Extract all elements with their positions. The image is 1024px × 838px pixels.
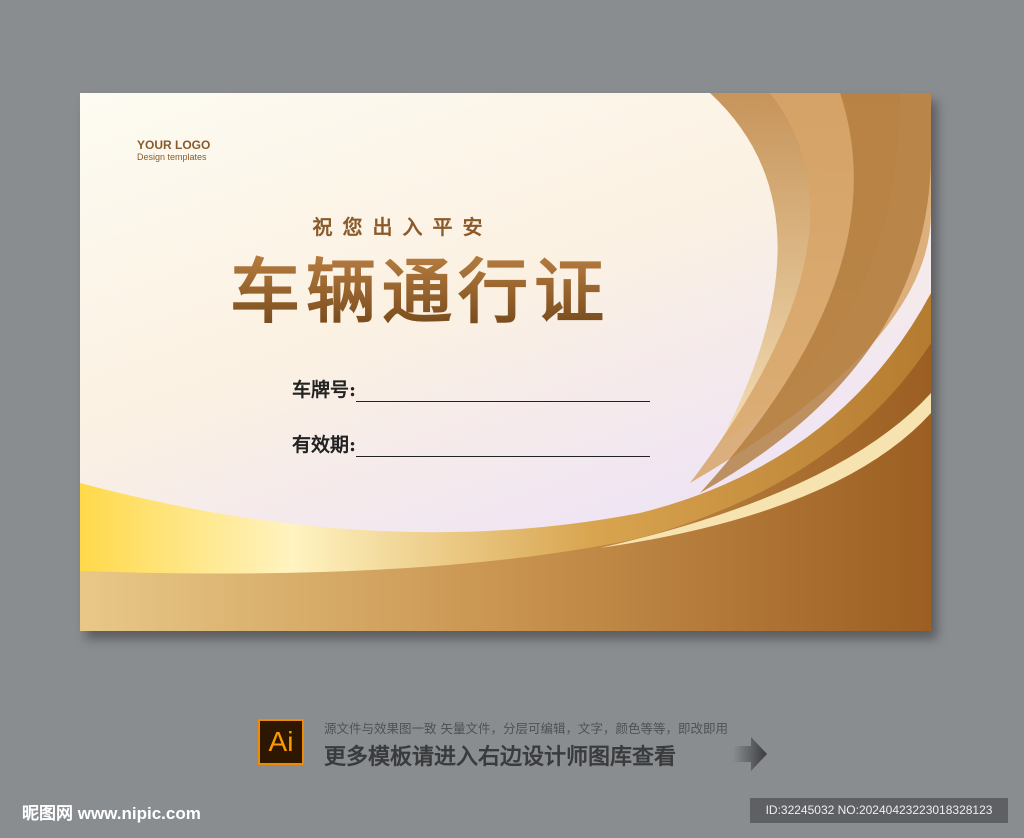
card-title: 车辆通行证 [230, 236, 610, 337]
field-label: 有效期: [292, 434, 357, 456]
illustrator-icon: Ai [258, 719, 304, 765]
gold-swoosh-graphic [80, 93, 931, 631]
arrow-right-icon[interactable] [733, 737, 769, 771]
cta-text[interactable]: 更多模板请进入右边设计师图库查看 [324, 739, 676, 771]
validity-field: 有效期: [292, 430, 651, 457]
plate-number-field: 车牌号: [292, 375, 651, 402]
logo-title: YOUR LOGO [137, 138, 211, 152]
blank-line [356, 438, 651, 457]
blank-line [356, 383, 651, 402]
logo: YOUR LOGO Design templates [137, 138, 210, 162]
field-label: 车牌号: [292, 379, 357, 401]
logo-subtitle: Design templates [137, 152, 207, 162]
info-line: 源文件与效果图一致 矢量文件，分层可编辑，文字，颜色等等，即改即用 [324, 721, 728, 736]
image-id: ID:32245032 NO:20240423223018328123 [750, 798, 1008, 823]
pass-card: YOUR LOGO Design templates 祝您出入平安 车辆通行证 … [80, 93, 931, 631]
site-watermark: 昵图网 www.nipic.com [22, 804, 201, 823]
